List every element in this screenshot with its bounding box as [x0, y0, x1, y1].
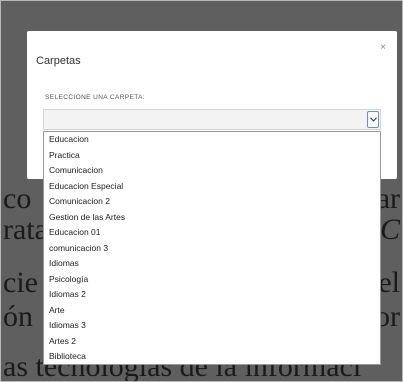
folder-select[interactable] — [43, 109, 381, 130]
dropdown-option[interactable]: comunicacion 3 — [44, 241, 380, 257]
dropdown-option[interactable]: Educacion — [44, 132, 380, 148]
dropdown-option[interactable]: Comunicacion 2 — [44, 194, 380, 210]
dropdown-option[interactable]: Gestion de las Artes — [44, 210, 380, 226]
dropdown-option[interactable]: Biblioteca — [44, 349, 380, 364]
app-frame: co ar rata C cie el ón or as tecnologías… — [0, 0, 403, 382]
select-arrow-button[interactable] — [367, 111, 379, 128]
chevron-down-icon — [370, 117, 377, 122]
dropdown-option[interactable]: Arte — [44, 303, 380, 319]
close-button[interactable]: × — [380, 43, 386, 53]
folder-select-label: SELECCIONE UNA CARPETA: — [45, 94, 146, 101]
dropdown-option[interactable]: Artes 2 — [44, 334, 380, 350]
dropdown-option[interactable]: Idiomas 3 — [44, 318, 380, 334]
dropdown-option[interactable]: Idiomas 2 — [44, 287, 380, 303]
dropdown-option[interactable]: Educacion 01 — [44, 225, 380, 241]
dropdown-option[interactable]: Idiomas — [44, 256, 380, 272]
modal-title: Carpetas — [36, 55, 81, 67]
dropdown-option[interactable]: Psicología — [44, 272, 380, 288]
dropdown-option[interactable]: Practica — [44, 148, 380, 164]
dropdown-option[interactable]: Comunicacion — [44, 163, 380, 179]
folder-dropdown-list: Educacion Practica Comunicacion Educacio… — [43, 131, 381, 365]
dropdown-option[interactable]: Educacion Especial — [44, 179, 380, 195]
